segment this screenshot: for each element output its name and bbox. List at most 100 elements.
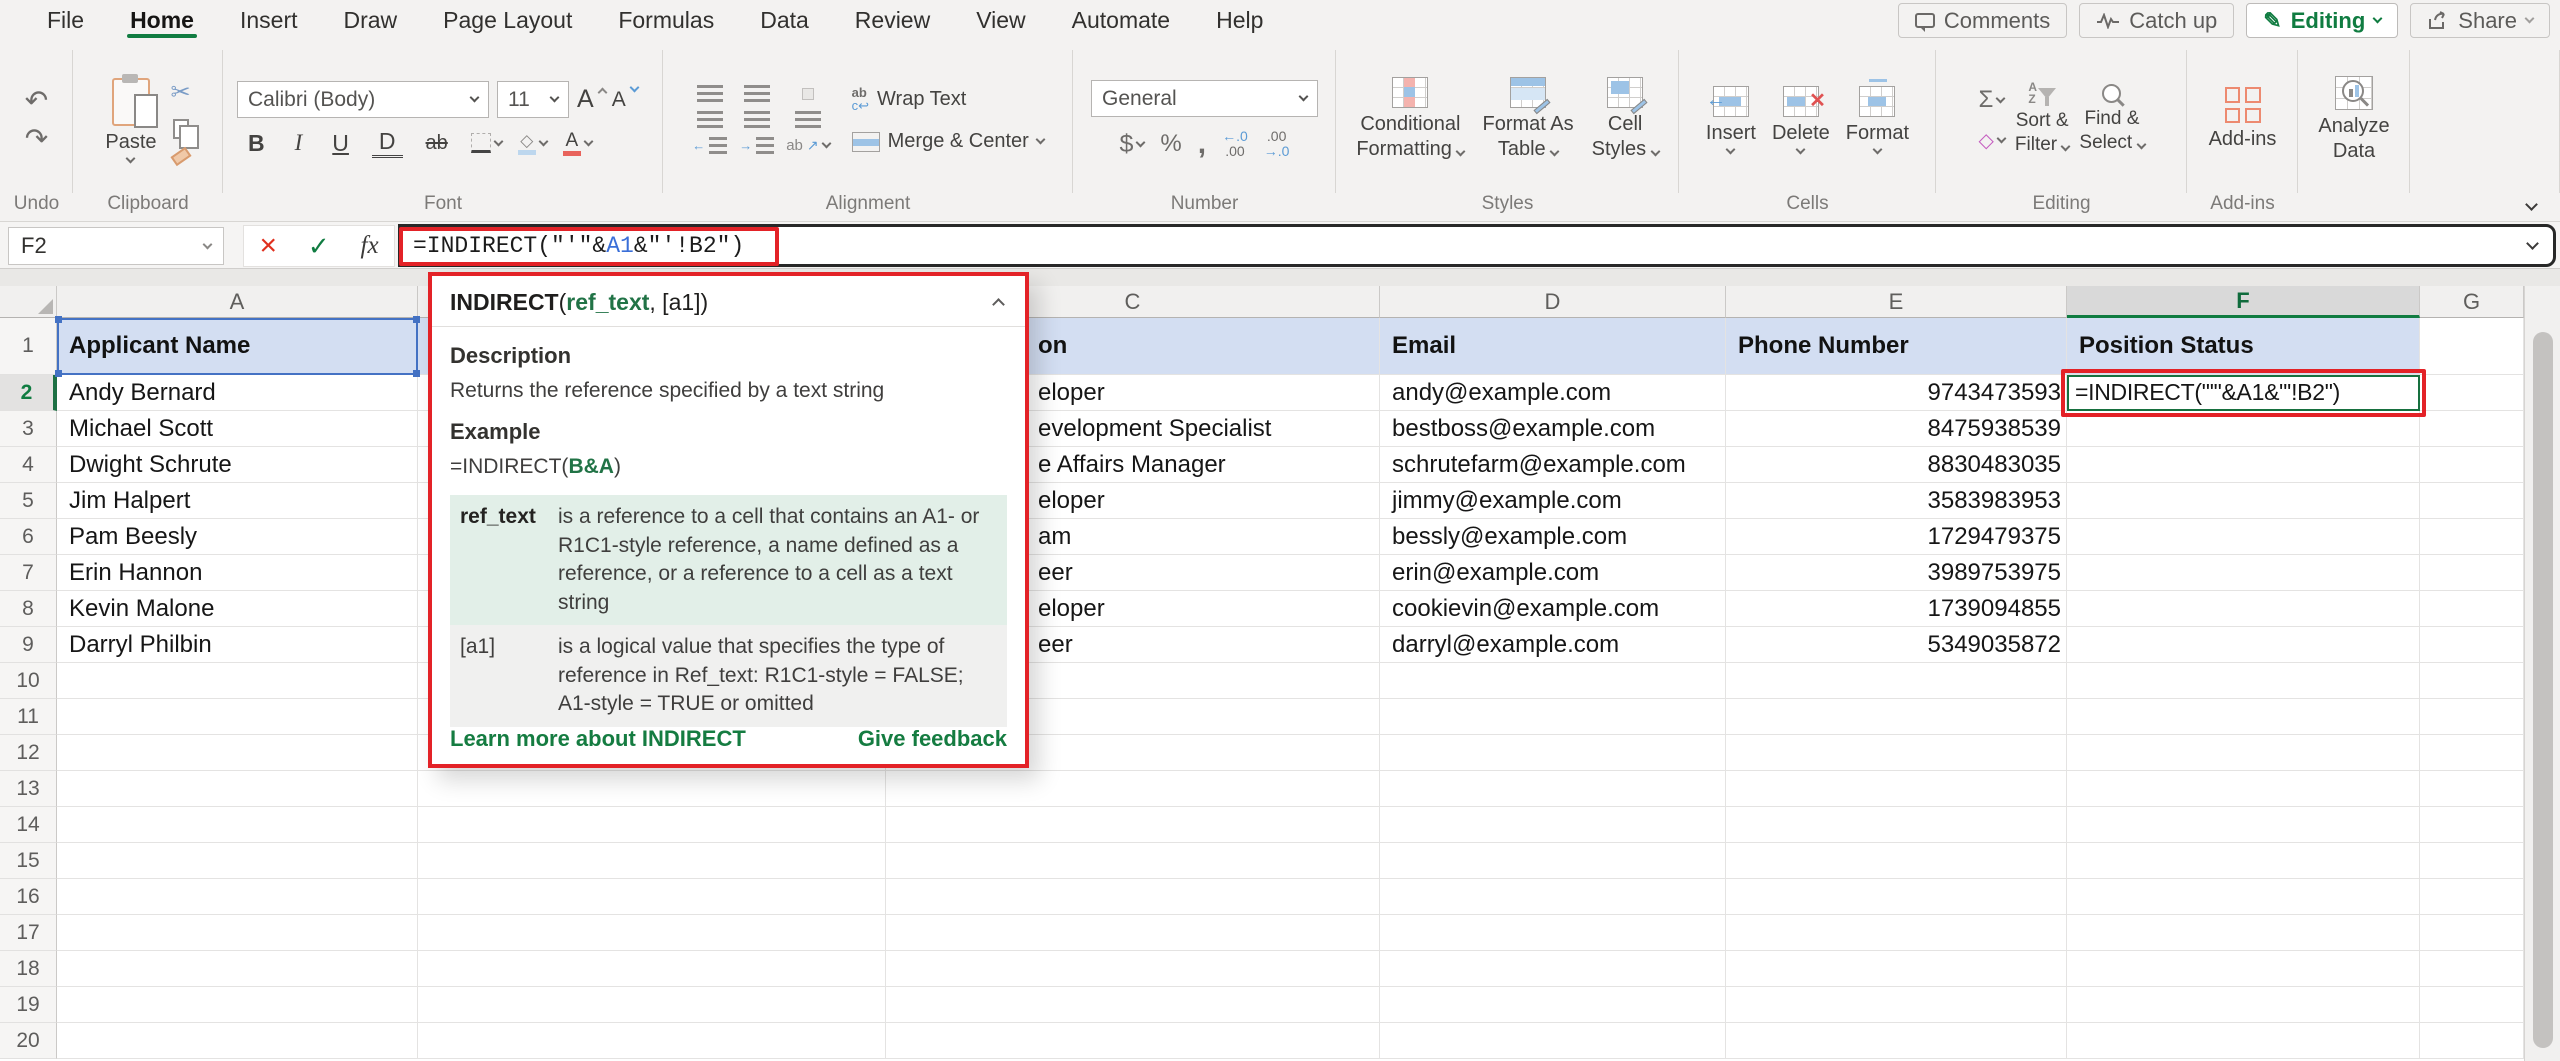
cell-F14[interactable] <box>2067 807 2420 843</box>
give-feedback-link[interactable]: Give feedback <box>858 726 1007 752</box>
middle-align-button[interactable] <box>743 85 770 102</box>
insert-cells-button[interactable]: ← Insert <box>1706 86 1756 155</box>
tab-insert[interactable]: Insert <box>217 0 321 40</box>
cell-E13[interactable] <box>1726 771 2067 807</box>
cell-G17[interactable] <box>2420 915 2524 951</box>
cell-F19[interactable] <box>2067 987 2420 1023</box>
cell-C13[interactable] <box>886 771 1380 807</box>
tab-view[interactable]: View <box>953 0 1048 40</box>
delete-cells-button[interactable]: ✕ Delete <box>1772 86 1830 155</box>
row-header-15[interactable]: 15 <box>0 843 57 879</box>
row-header-4[interactable]: 4 <box>0 447 57 483</box>
row-header-9[interactable]: 9 <box>0 627 57 663</box>
cell-A13[interactable] <box>57 771 418 807</box>
cell-G8[interactable] <box>2420 591 2524 627</box>
cell-G5[interactable] <box>2420 483 2524 519</box>
cell-F13[interactable] <box>2067 771 2420 807</box>
cell-C16[interactable] <box>886 879 1380 915</box>
tab-formulas[interactable]: Formulas <box>595 0 737 40</box>
format-cells-button[interactable]: Format <box>1846 79 1909 155</box>
addins-button[interactable]: Add-ins <box>2209 87 2276 152</box>
cell-D9[interactable]: darryl@example.com <box>1380 627 1726 663</box>
cell-E17[interactable] <box>1726 915 2067 951</box>
merge-center-button[interactable]: Merge & Center <box>851 130 1046 153</box>
collapse-ribbon-button[interactable] <box>2525 198 2538 211</box>
cell-F7[interactable] <box>2067 555 2420 591</box>
row-header-18[interactable]: 18 <box>0 951 57 987</box>
cell-B17[interactable] <box>418 915 886 951</box>
increase-font-button[interactable]: A <box>577 85 608 114</box>
vertical-scrollbar[interactable] <box>2524 286 2560 1061</box>
decrease-decimal-button[interactable]: .00 →.0 <box>1264 129 1290 158</box>
tab-help[interactable]: Help <box>1193 0 1286 40</box>
cell-G6[interactable] <box>2420 519 2524 555</box>
cell-B15[interactable] <box>418 843 886 879</box>
cell-E2[interactable]: 9743473593 <box>1726 375 2067 411</box>
cell-F18[interactable] <box>2067 951 2420 987</box>
cell-F16[interactable] <box>2067 879 2420 915</box>
cell-F9[interactable] <box>2067 627 2420 663</box>
sort-filter-button[interactable]: AZ Sort & Filter <box>2015 81 2071 156</box>
cell-E19[interactable] <box>1726 987 2067 1023</box>
cell-B16[interactable] <box>418 879 886 915</box>
cell-C18[interactable] <box>886 951 1380 987</box>
bottom-align-button[interactable] <box>801 87 814 100</box>
accounting-format-button[interactable]: $ <box>1120 130 1146 159</box>
cell-A4[interactable]: Dwight Schrute <box>57 447 418 483</box>
cell-D5[interactable]: jimmy@example.com <box>1380 483 1726 519</box>
cell-styles-button[interactable]: Cell Styles <box>1592 77 1661 162</box>
cell-A5[interactable]: Jim Halpert <box>57 483 418 519</box>
row-header-8[interactable]: 8 <box>0 591 57 627</box>
increase-indent-button[interactable]: → <box>739 137 775 154</box>
cell-F17[interactable] <box>2067 915 2420 951</box>
row-header-10[interactable]: 10 <box>0 663 57 699</box>
cell-G20[interactable] <box>2420 1023 2524 1059</box>
row-header-7[interactable]: 7 <box>0 555 57 591</box>
cell-E6[interactable]: 1729479375 <box>1726 519 2067 555</box>
column-header-F[interactable]: F <box>2067 286 2420 318</box>
cell-D4[interactable]: schrutefarm@example.com <box>1380 447 1726 483</box>
cell-C17[interactable] <box>886 915 1380 951</box>
cell-A10[interactable] <box>57 663 418 699</box>
cell-G4[interactable] <box>2420 447 2524 483</box>
analyze-data-button[interactable]: Analyze Data <box>2318 75 2390 164</box>
cell-G11[interactable] <box>2420 699 2524 735</box>
double-underline-button[interactable]: D <box>371 128 403 158</box>
cell-F6[interactable] <box>2067 519 2420 555</box>
cell-C15[interactable] <box>886 843 1380 879</box>
cell-A18[interactable] <box>57 951 418 987</box>
row-header-16[interactable]: 16 <box>0 879 57 915</box>
increase-decimal-button[interactable]: ←.0.00 <box>1222 129 1248 158</box>
number-format-select[interactable]: General <box>1091 80 1318 118</box>
underline-button[interactable]: U <box>325 130 356 157</box>
cell-G16[interactable] <box>2420 879 2524 915</box>
paste-button[interactable]: Paste <box>105 73 158 163</box>
column-header-A[interactable]: A <box>57 286 418 318</box>
cell-B18[interactable] <box>418 951 886 987</box>
cancel-button[interactable]: × <box>259 231 277 261</box>
name-box[interactable]: F2 <box>8 227 224 265</box>
bold-button[interactable]: B <box>241 130 272 157</box>
cell-E4[interactable]: 8830483035 <box>1726 447 2067 483</box>
row-header-3[interactable]: 3 <box>0 411 57 447</box>
align-right-button[interactable] <box>794 111 821 128</box>
cell-A12[interactable] <box>57 735 418 771</box>
cell-F2[interactable]: =INDIRECT("'"&A1&"'!B2") <box>2067 375 2420 411</box>
cell-F3[interactable] <box>2067 411 2420 447</box>
row-header-12[interactable]: 12 <box>0 735 57 771</box>
scrollbar-thumb[interactable] <box>2533 332 2553 1048</box>
catch-up-button[interactable]: Catch up <box>2079 3 2235 38</box>
wrap-text-button[interactable]: ab c↩ Wrap Text <box>852 86 967 112</box>
tab-review[interactable]: Review <box>832 0 953 40</box>
cell-G9[interactable] <box>2420 627 2524 663</box>
cell-D17[interactable] <box>1380 915 1726 951</box>
cell-F12[interactable] <box>2067 735 2420 771</box>
cell-A17[interactable] <box>57 915 418 951</box>
cell-E18[interactable] <box>1726 951 2067 987</box>
cell-E8[interactable]: 1739094855 <box>1726 591 2067 627</box>
cut-button[interactable]: ✂ <box>171 78 191 107</box>
cell-E16[interactable] <box>1726 879 2067 915</box>
row-header-14[interactable]: 14 <box>0 807 57 843</box>
font-size-select[interactable]: 11 <box>497 81 569 118</box>
column-header-E[interactable]: E <box>1726 286 2067 318</box>
